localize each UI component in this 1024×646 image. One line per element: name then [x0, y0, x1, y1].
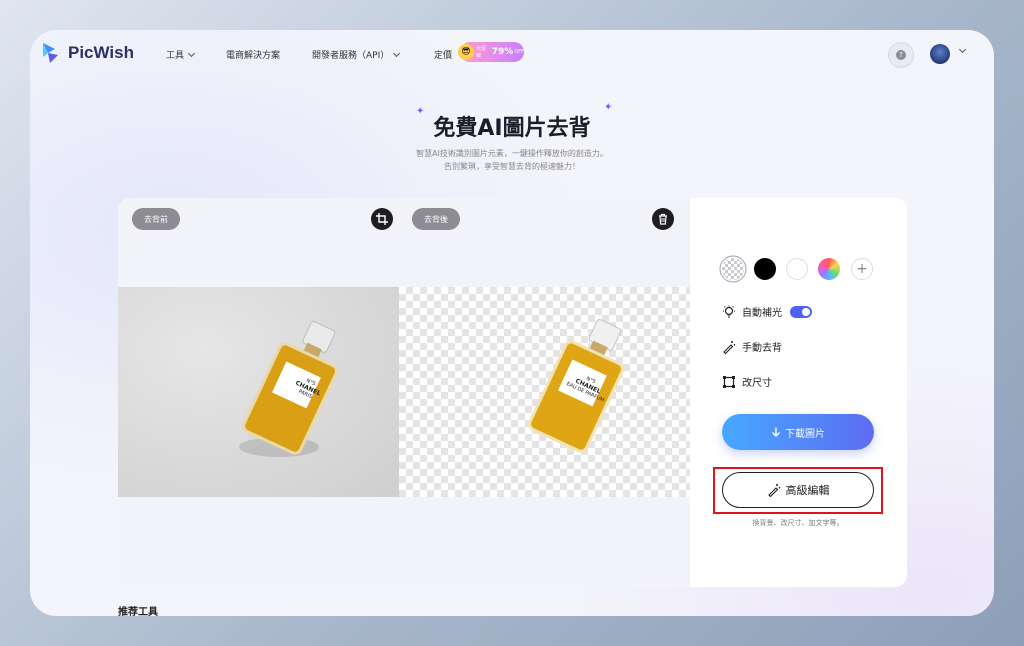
advanced-edit-button[interactable]: 高級編輯: [722, 472, 874, 508]
trash-icon: [659, 213, 667, 225]
manual-erase-label: 手動去背: [742, 343, 782, 354]
promo-small-text: 大促销: [475, 46, 486, 59]
editor-card: 去背前 去背後 N°5 CHANEL PARIS N°5 CHANEL EAU …: [118, 198, 907, 587]
auto-light-option: 自動補光: [722, 304, 812, 319]
crop-icon: [376, 213, 388, 225]
recommended-tools-heading: 推荐工具: [118, 607, 158, 616]
magic-wand-icon: [767, 484, 780, 497]
promo-percent: 79%: [491, 47, 514, 57]
download-arrow-icon: [772, 427, 780, 437]
chevron-down-icon: [393, 49, 401, 57]
swatch-custom-color[interactable]: [818, 258, 840, 280]
brand-logo[interactable]: PicWish: [40, 41, 134, 65]
swatch-transparent[interactable]: [722, 258, 744, 280]
swatch-black[interactable]: [754, 258, 776, 280]
preview-panel: 去背前 去背後 N°5 CHANEL PARIS N°5 CHANEL EAU …: [118, 198, 690, 587]
advanced-edit-label: 高級編輯: [785, 484, 830, 497]
resize-label: 改尺寸: [742, 378, 772, 389]
picwish-logo-icon: [43, 43, 58, 63]
manual-erase-option[interactable]: 手動去背: [722, 339, 782, 354]
original-image: [118, 287, 399, 497]
promo-badge[interactable]: 😎 大促销 79% OFF: [458, 42, 524, 62]
crop-button[interactable]: [371, 208, 393, 230]
magic-wand-icon: [723, 340, 736, 354]
page-title: 免費AI圖片去背: [433, 116, 591, 141]
app-window: PicWish 工具 電商解決方案 開發者服務（API） 定價 😎 大促销 79…: [30, 30, 994, 616]
support-icon: ?: [896, 50, 906, 60]
auto-light-toggle[interactable]: [790, 305, 812, 318]
add-color-button[interactable]: +: [851, 258, 873, 280]
sparkle-icon: ✦: [604, 102, 613, 113]
chevron-down-icon: [187, 49, 196, 57]
chevron-down-icon[interactable]: [958, 45, 967, 54]
avatar[interactable]: [930, 44, 950, 64]
nav-pricing-label: 定價: [434, 51, 453, 61]
swatch-white[interactable]: [786, 258, 808, 280]
nav-api[interactable]: 開發者服務（API）: [312, 48, 401, 61]
nav-pricing[interactable]: 定價: [434, 48, 452, 61]
promo-emoji-icon: 😎: [458, 44, 474, 60]
nav-ecommerce[interactable]: 電商解決方案: [226, 48, 280, 61]
subtitle-line-1: 智慧AI技術識別圖片元素，一鍵操作釋放你的創造力。: [416, 149, 608, 158]
resize-icon: [723, 375, 735, 388]
download-label: 下載圖片: [785, 428, 825, 440]
resize-option[interactable]: 改尺寸: [722, 374, 772, 389]
lightbulb-icon: [723, 305, 735, 318]
after-label: 去背後: [412, 208, 460, 230]
nav-api-label: 開發者服務（API）: [312, 51, 390, 61]
advanced-edit-note: 換背景、改尺寸、加文字等。: [752, 519, 844, 527]
brand-name: PicWish: [68, 43, 134, 62]
top-nav: PicWish 工具 電商解決方案 開發者服務（API） 定價 😎 大促销 79…: [30, 30, 994, 80]
support-button[interactable]: ?: [888, 42, 914, 68]
nav-tools[interactable]: 工具: [166, 48, 196, 61]
download-button[interactable]: 下載圖片: [722, 414, 874, 450]
before-label: 去背前: [132, 208, 180, 230]
nav-tools-label: 工具: [166, 51, 185, 61]
delete-button[interactable]: [652, 208, 674, 230]
auto-light-label: 自動補光: [742, 308, 782, 319]
subtitle-line-2: 告別繁瑣，享受智慧去背的極速魅力！: [444, 162, 580, 171]
result-image: [399, 287, 690, 497]
promo-off: OFF: [514, 49, 524, 55]
nav-ecommerce-label: 電商解決方案: [226, 51, 281, 61]
